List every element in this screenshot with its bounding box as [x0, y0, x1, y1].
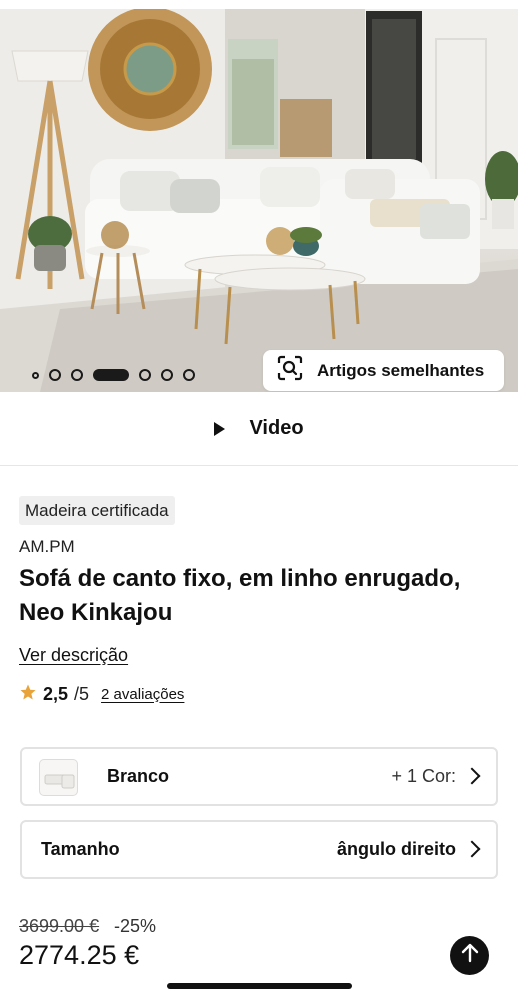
play-icon — [214, 421, 226, 436]
carousel-dot[interactable] — [139, 369, 151, 381]
discount-percent: -25% — [114, 916, 157, 936]
product-page: Artigos semelhantes Video Madeira certif… — [0, 0, 518, 999]
color-selector[interactable]: Branco + 1 Cor: — [20, 747, 498, 806]
color-value: Branco — [107, 766, 170, 786]
carousel-dot[interactable] — [49, 369, 61, 381]
star-icon — [19, 683, 37, 706]
arrow-up-icon — [461, 943, 479, 968]
video-label: Video — [249, 417, 304, 439]
size-value: ângulo direito — [337, 839, 456, 859]
more-colors-label: + 1 Cor: — [391, 766, 456, 786]
similar-items-button[interactable]: Artigos semelhantes — [263, 350, 504, 391]
product-rating: 2,5 /5 2 avaliações — [19, 683, 184, 705]
product-image-gallery[interactable]: Artigos semelhantes — [0, 9, 518, 392]
certification-badge: Madeira certificada — [19, 496, 175, 525]
original-price: 3699.00 € — [19, 916, 100, 936]
carousel-dot[interactable] — [71, 369, 83, 381]
reviews-link[interactable]: 2 avaliações — [101, 686, 184, 703]
similar-items-label: Artigos semelhantes — [317, 360, 485, 380]
visual-search-icon — [277, 355, 303, 386]
current-price: 2774.25 € — [19, 940, 140, 970]
carousel-dot[interactable] — [183, 369, 195, 381]
product-title: Sofá de canto fixo, em linho enrugado, N… — [19, 565, 461, 626]
rating-score: 2,5 — [43, 683, 69, 704]
chevron-right-icon — [463, 767, 481, 785]
carousel-dot-active[interactable] — [93, 369, 129, 381]
rating-out-of: /5 — [74, 683, 90, 704]
brand-name: AM.PM — [19, 537, 75, 556]
carousel-dot[interactable] — [161, 369, 173, 381]
chevron-right-icon — [463, 840, 481, 858]
product-photo — [0, 9, 518, 392]
home-indicator[interactable] — [167, 983, 352, 989]
video-button[interactable]: Video — [0, 392, 518, 466]
carousel-indicators[interactable] — [32, 368, 195, 382]
size-label: Tamanho — [41, 839, 120, 859]
scroll-to-top-button[interactable] — [450, 936, 489, 975]
size-selector[interactable]: Tamanho ângulo direito — [20, 820, 498, 879]
color-swatch-thumbnail — [39, 759, 78, 796]
carousel-dot[interactable] — [32, 371, 39, 379]
view-description-link[interactable]: Ver descrição — [19, 645, 128, 666]
